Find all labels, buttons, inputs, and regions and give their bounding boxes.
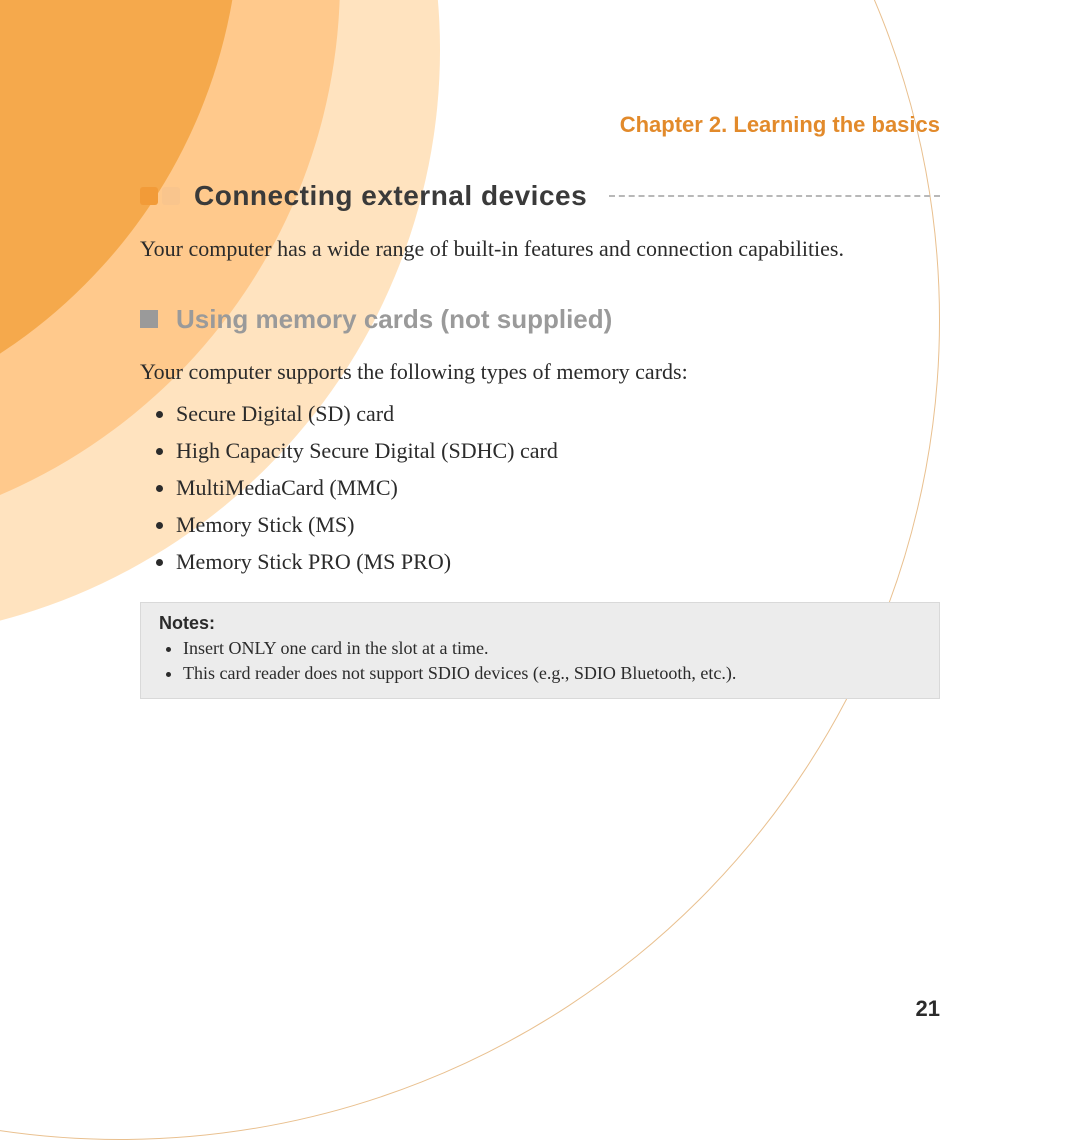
subsection-lead: Your computer supports the following typ…	[140, 355, 940, 388]
section-title: Connecting external devices	[194, 180, 587, 212]
list-item: MultiMediaCard (MMC)	[176, 470, 940, 505]
section-intro-text: Your computer has a wide range of built-…	[140, 234, 940, 264]
square-icon	[162, 187, 180, 205]
dashed-rule	[609, 195, 940, 197]
list-item: This card reader does not support SDIO d…	[183, 661, 921, 686]
page-content: Connecting external devices Your compute…	[140, 180, 940, 699]
notes-box: Notes: Insert ONLY one card in the slot …	[140, 602, 940, 699]
square-icon	[140, 187, 158, 205]
page-number: 21	[916, 996, 940, 1022]
square-icon	[140, 310, 158, 328]
notes-label: Notes:	[159, 613, 921, 634]
list-item: Memory Stick PRO (MS PRO)	[176, 544, 940, 579]
list-item: Memory Stick (MS)	[176, 507, 940, 542]
subsection-title: Using memory cards (not supplied)	[176, 304, 612, 335]
list-item: High Capacity Secure Digital (SDHC) card	[176, 433, 940, 468]
memory-card-list: Secure Digital (SD) card High Capacity S…	[140, 396, 940, 580]
notes-list: Insert ONLY one card in the slot at a ti…	[159, 636, 921, 686]
list-item: Insert ONLY one card in the slot at a ti…	[183, 636, 921, 661]
section-heading: Connecting external devices	[140, 180, 940, 212]
chapter-title: Chapter 2. Learning the basics	[620, 112, 940, 138]
subsection-heading: Using memory cards (not supplied)	[140, 304, 940, 335]
list-item: Secure Digital (SD) card	[176, 396, 940, 431]
section-bullet-icon	[140, 187, 180, 205]
